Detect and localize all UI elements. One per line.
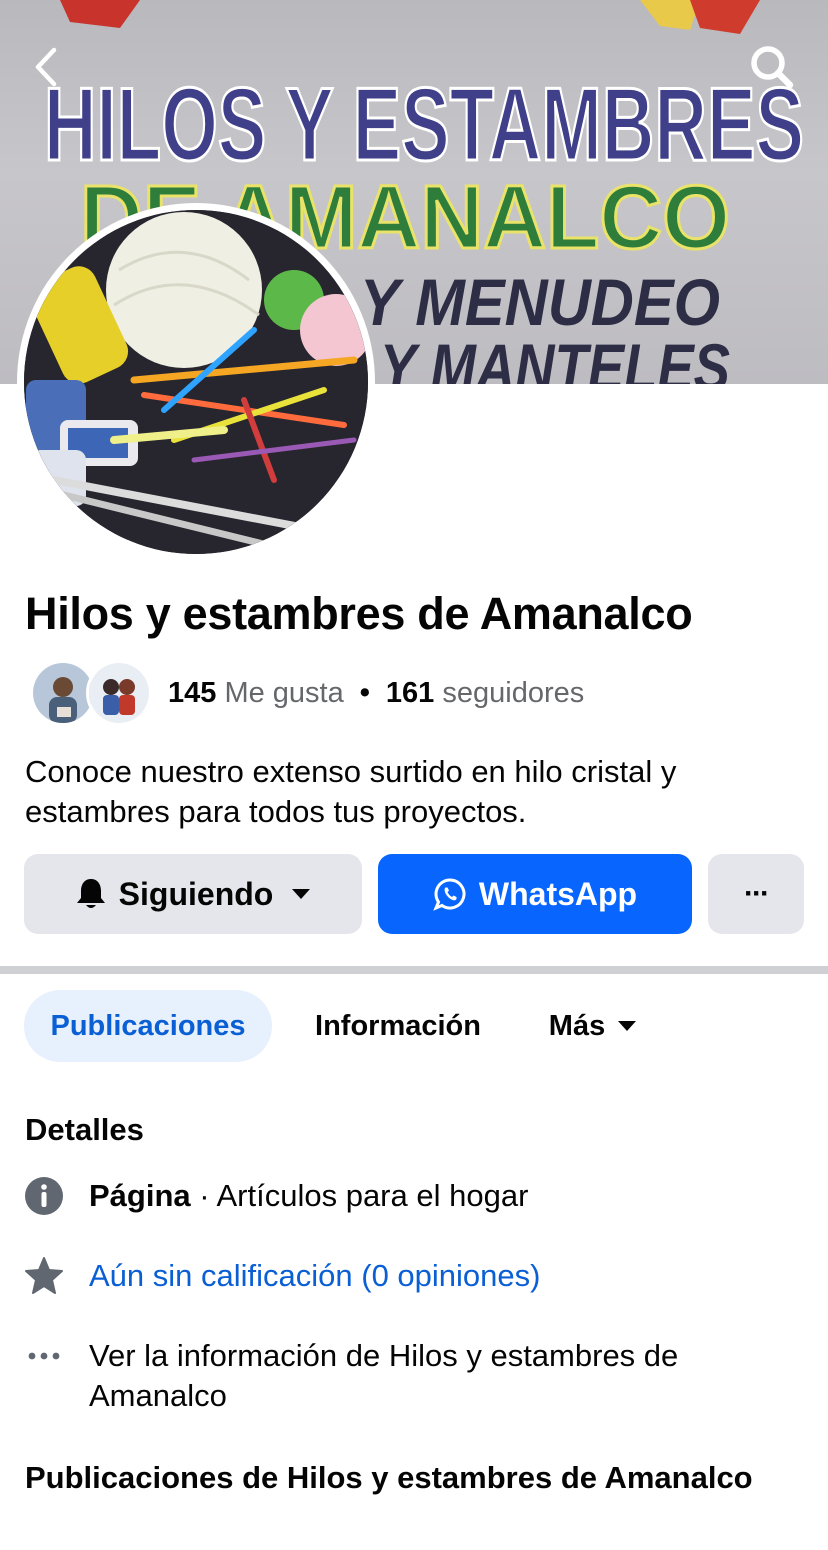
cover-sign-line4: Y MANTELES	[380, 330, 730, 384]
stats-separator: •	[359, 677, 370, 709]
followers-count: 161	[385, 677, 435, 709]
cover-sign-line1: HILOS Y ESTAMBRES	[44, 67, 804, 183]
cover-sign-line3: Y MENUDEO	[360, 265, 720, 339]
cover-red-shape-2	[690, 0, 760, 34]
search-icon	[751, 46, 794, 89]
friend-avatar-2	[86, 660, 152, 726]
followers-label: seguidores	[442, 677, 585, 709]
detail-category-value: · Artículos para el hogar	[190, 1178, 529, 1213]
bell-icon	[75, 877, 107, 911]
chevron-left-icon	[35, 47, 57, 87]
caret-down-icon	[291, 888, 311, 900]
cover-yellow-shape	[640, 0, 700, 30]
page-title: Hilos y estambres de Amanalco	[25, 588, 693, 639]
following-button[interactable]: Siguiendo	[24, 854, 362, 934]
tab-informacion[interactable]: Información	[288, 990, 508, 1062]
likes-count: 145	[168, 677, 217, 709]
tab-mas-label: Más	[548, 1009, 606, 1042]
profile-picture-image	[24, 210, 368, 554]
tab-mas[interactable]: Más	[528, 990, 658, 1062]
whatsapp-button[interactable]: WhatsApp	[378, 854, 692, 934]
section-divider	[0, 966, 828, 974]
more-options-button[interactable]: ···	[708, 854, 804, 934]
more-options-label: ···	[744, 877, 770, 910]
detail-rating-link[interactable]: Aún sin calificación (0 opiniones)	[89, 1256, 809, 1296]
likes-followers-row[interactable]: 145 Me gusta • 161 seguidores	[30, 660, 810, 728]
profile-picture[interactable]	[17, 203, 375, 561]
posts-section-heading: Publicaciones de Hilos y estambres de Am…	[25, 1460, 753, 1495]
tab-informacion-label: Información	[315, 1009, 481, 1042]
following-label: Siguiendo	[118, 875, 274, 912]
tab-publicaciones-label: Publicaciones	[50, 1009, 246, 1042]
yarn-supplies-image	[24, 210, 368, 554]
detail-see-info-text[interactable]: Ver la información de Hilos y estambres …	[89, 1336, 809, 1416]
detail-category-prefix: Página	[89, 1178, 191, 1213]
search-button[interactable]	[744, 40, 800, 94]
whatsapp-label: WhatsApp	[478, 875, 638, 912]
page-bio: Conoce nuestro extenso surtido en hilo c…	[25, 754, 677, 829]
likes-label: Me gusta	[224, 677, 344, 709]
info-icon	[24, 1176, 64, 1216]
likes-followers-text[interactable]: 145 Me gusta • 161 seguidores	[168, 677, 584, 710]
star-icon	[24, 1256, 64, 1296]
details-heading: Detalles	[25, 1112, 144, 1147]
back-button[interactable]	[22, 40, 70, 94]
caret-down-icon	[617, 1020, 637, 1032]
ellipsis-icon	[24, 1336, 64, 1376]
tab-publicaciones[interactable]: Publicaciones	[24, 990, 272, 1062]
detail-category-text: Página · Artículos para el hogar	[89, 1176, 809, 1216]
cover-red-shape	[60, 0, 140, 28]
whatsapp-icon	[433, 877, 467, 911]
